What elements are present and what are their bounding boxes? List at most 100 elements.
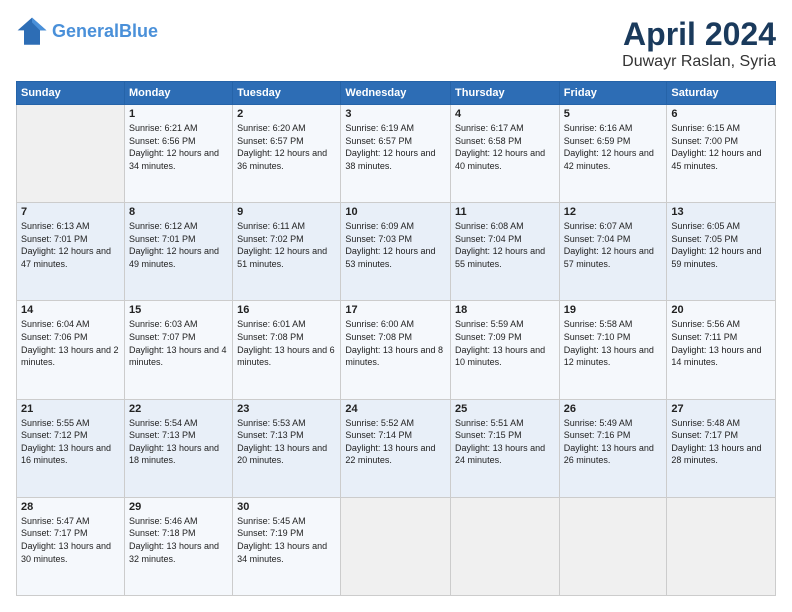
day-cell-1-1 bbox=[17, 105, 125, 203]
day-cell-4-2: 22 Sunrise: 5:54 AM Sunset: 7:13 PM Dayli… bbox=[124, 399, 232, 497]
day-info: Sunrise: 5:52 AM Sunset: 7:14 PM Dayligh… bbox=[345, 417, 446, 467]
day-info: Sunrise: 5:49 AM Sunset: 7:16 PM Dayligh… bbox=[564, 417, 663, 467]
day-info: Sunrise: 6:09 AM Sunset: 7:03 PM Dayligh… bbox=[345, 220, 446, 270]
day-cell-5-7 bbox=[667, 497, 776, 595]
header-day-wednesday: Wednesday bbox=[341, 82, 451, 105]
day-info: Sunrise: 5:45 AM Sunset: 7:19 PM Dayligh… bbox=[237, 515, 336, 565]
day-info: Sunrise: 5:53 AM Sunset: 7:13 PM Dayligh… bbox=[237, 417, 336, 467]
page: GeneralBlue April 2024 Duwayr Raslan, Sy… bbox=[0, 0, 792, 612]
day-cell-5-5 bbox=[451, 497, 560, 595]
day-cell-2-7: 13Sunrise: 6:05 AM Sunset: 7:05 PM Dayli… bbox=[667, 203, 776, 301]
day-cell-5-3: 30 Sunrise: 5:45 AM Sunset: 7:19 PM Dayli… bbox=[233, 497, 341, 595]
day-number: 1 bbox=[129, 108, 228, 120]
day-info: Sunrise: 6:08 AM Sunset: 7:04 PM Dayligh… bbox=[455, 220, 555, 270]
day-cell-3-6: 19 Sunrise: 5:58 AM Sunset: 7:10 PM Dayli… bbox=[559, 301, 667, 399]
header-day-thursday: Thursday bbox=[451, 82, 560, 105]
day-cell-3-4: 17 Sunrise: 6:00 AM Sunset: 7:08 PM Dayli… bbox=[341, 301, 451, 399]
day-cell-2-5: 11 Sunrise: 6:08 AM Sunset: 7:04 PM Dayli… bbox=[451, 203, 560, 301]
day-number: 5 bbox=[564, 108, 663, 120]
day-info: Sunrise: 6:01 AM Sunset: 7:08 PM Dayligh… bbox=[237, 318, 336, 368]
day-number: 19 bbox=[564, 304, 663, 316]
day-info: Sunrise: 6:19 AM Sunset: 6:57 PM Dayligh… bbox=[345, 122, 446, 172]
day-number: 7 bbox=[21, 206, 120, 218]
day-info: Sunrise: 6:11 AM Sunset: 7:02 PM Dayligh… bbox=[237, 220, 336, 270]
day-cell-3-2: 15 Sunrise: 6:03 AM Sunset: 7:07 PM Dayli… bbox=[124, 301, 232, 399]
day-info: Sunrise: 6:04 AM Sunset: 7:06 PM Dayligh… bbox=[21, 318, 120, 368]
day-info: Sunrise: 5:58 AM Sunset: 7:10 PM Dayligh… bbox=[564, 318, 663, 368]
header-day-tuesday: Tuesday bbox=[233, 82, 341, 105]
day-cell-4-7: 27 Sunrise: 5:48 AM Sunset: 7:17 PM Dayli… bbox=[667, 399, 776, 497]
logo-text: GeneralBlue bbox=[52, 22, 158, 42]
day-cell-3-1: 14 Sunrise: 6:04 AM Sunset: 7:06 PM Dayli… bbox=[17, 301, 125, 399]
month-title: April 2024 bbox=[622, 16, 776, 53]
day-number: 27 bbox=[671, 403, 771, 415]
day-number: 24 bbox=[345, 403, 446, 415]
week-row-1: 1Sunrise: 6:21 AM Sunset: 6:56 PM Daylig… bbox=[17, 105, 776, 203]
calendar-table: SundayMondayTuesdayWednesdayThursdayFrid… bbox=[16, 81, 776, 596]
day-number: 4 bbox=[455, 108, 555, 120]
day-cell-5-2: 29 Sunrise: 5:46 AM Sunset: 7:18 PM Dayli… bbox=[124, 497, 232, 595]
day-info: Sunrise: 6:16 AM Sunset: 6:59 PM Dayligh… bbox=[564, 122, 663, 172]
day-number: 29 bbox=[129, 501, 228, 513]
logo-icon bbox=[16, 16, 48, 48]
day-info: Sunrise: 6:17 AM Sunset: 6:58 PM Dayligh… bbox=[455, 122, 555, 172]
day-number: 30 bbox=[237, 501, 336, 513]
logo-line1: General bbox=[52, 21, 119, 41]
day-cell-3-5: 18Sunrise: 5:59 AM Sunset: 7:09 PM Dayli… bbox=[451, 301, 560, 399]
day-cell-1-5: 4 Sunrise: 6:17 AM Sunset: 6:58 PM Daylig… bbox=[451, 105, 560, 203]
location-title: Duwayr Raslan, Syria bbox=[622, 53, 776, 71]
day-number: 22 bbox=[129, 403, 228, 415]
day-number: 28 bbox=[21, 501, 120, 513]
day-number: 11 bbox=[455, 206, 555, 218]
day-cell-2-2: 8 Sunrise: 6:12 AM Sunset: 7:01 PM Daylig… bbox=[124, 203, 232, 301]
day-info: Sunrise: 5:46 AM Sunset: 7:18 PM Dayligh… bbox=[129, 515, 228, 565]
header-day-sunday: Sunday bbox=[17, 82, 125, 105]
week-row-5: 28 Sunrise: 5:47 AM Sunset: 7:17 PM Dayli… bbox=[17, 497, 776, 595]
day-info: Sunrise: 6:00 AM Sunset: 7:08 PM Dayligh… bbox=[345, 318, 446, 368]
day-info: Sunrise: 6:15 AM Sunset: 7:00 PM Dayligh… bbox=[671, 122, 771, 172]
day-cell-2-1: 7 Sunrise: 6:13 AM Sunset: 7:01 PM Daylig… bbox=[17, 203, 125, 301]
week-row-3: 14 Sunrise: 6:04 AM Sunset: 7:06 PM Dayli… bbox=[17, 301, 776, 399]
day-cell-5-4 bbox=[341, 497, 451, 595]
day-number: 2 bbox=[237, 108, 336, 120]
day-info: Sunrise: 5:54 AM Sunset: 7:13 PM Dayligh… bbox=[129, 417, 228, 467]
day-cell-4-5: 25Sunrise: 5:51 AM Sunset: 7:15 PM Dayli… bbox=[451, 399, 560, 497]
day-cell-4-4: 24 Sunrise: 5:52 AM Sunset: 7:14 PM Dayli… bbox=[341, 399, 451, 497]
day-number: 8 bbox=[129, 206, 228, 218]
day-number: 14 bbox=[21, 304, 120, 316]
day-number: 23 bbox=[237, 403, 336, 415]
day-info: Sunrise: 5:48 AM Sunset: 7:17 PM Dayligh… bbox=[671, 417, 771, 467]
day-number: 21 bbox=[21, 403, 120, 415]
day-cell-1-3: 2 Sunrise: 6:20 AM Sunset: 6:57 PM Daylig… bbox=[233, 105, 341, 203]
day-number: 9 bbox=[237, 206, 336, 218]
header: GeneralBlue April 2024 Duwayr Raslan, Sy… bbox=[16, 16, 776, 71]
header-day-monday: Monday bbox=[124, 82, 232, 105]
day-cell-3-7: 20Sunrise: 5:56 AM Sunset: 7:11 PM Dayli… bbox=[667, 301, 776, 399]
day-info: Sunrise: 6:12 AM Sunset: 7:01 PM Dayligh… bbox=[129, 220, 228, 270]
day-number: 26 bbox=[564, 403, 663, 415]
day-number: 17 bbox=[345, 304, 446, 316]
day-info: Sunrise: 5:51 AM Sunset: 7:15 PM Dayligh… bbox=[455, 417, 555, 467]
day-info: Sunrise: 6:03 AM Sunset: 7:07 PM Dayligh… bbox=[129, 318, 228, 368]
day-info: Sunrise: 5:55 AM Sunset: 7:12 PM Dayligh… bbox=[21, 417, 120, 467]
day-cell-3-3: 16 Sunrise: 6:01 AM Sunset: 7:08 PM Dayli… bbox=[233, 301, 341, 399]
logo: GeneralBlue bbox=[16, 16, 158, 48]
day-info: Sunrise: 6:07 AM Sunset: 7:04 PM Dayligh… bbox=[564, 220, 663, 270]
day-info: Sunrise: 6:20 AM Sunset: 6:57 PM Dayligh… bbox=[237, 122, 336, 172]
day-number: 18 bbox=[455, 304, 555, 316]
day-cell-4-1: 21 Sunrise: 5:55 AM Sunset: 7:12 PM Dayli… bbox=[17, 399, 125, 497]
day-number: 16 bbox=[237, 304, 336, 316]
day-cell-4-6: 26 Sunrise: 5:49 AM Sunset: 7:16 PM Dayli… bbox=[559, 399, 667, 497]
day-info: Sunrise: 5:47 AM Sunset: 7:17 PM Dayligh… bbox=[21, 515, 120, 565]
day-number: 3 bbox=[345, 108, 446, 120]
header-day-friday: Friday bbox=[559, 82, 667, 105]
header-row: SundayMondayTuesdayWednesdayThursdayFrid… bbox=[17, 82, 776, 105]
day-cell-2-4: 10Sunrise: 6:09 AM Sunset: 7:03 PM Dayli… bbox=[341, 203, 451, 301]
day-info: Sunrise: 6:13 AM Sunset: 7:01 PM Dayligh… bbox=[21, 220, 120, 270]
header-day-saturday: Saturday bbox=[667, 82, 776, 105]
day-number: 15 bbox=[129, 304, 228, 316]
day-number: 12 bbox=[564, 206, 663, 218]
day-cell-1-4: 3 Sunrise: 6:19 AM Sunset: 6:57 PM Daylig… bbox=[341, 105, 451, 203]
day-cell-5-1: 28 Sunrise: 5:47 AM Sunset: 7:17 PM Dayli… bbox=[17, 497, 125, 595]
day-cell-5-6 bbox=[559, 497, 667, 595]
